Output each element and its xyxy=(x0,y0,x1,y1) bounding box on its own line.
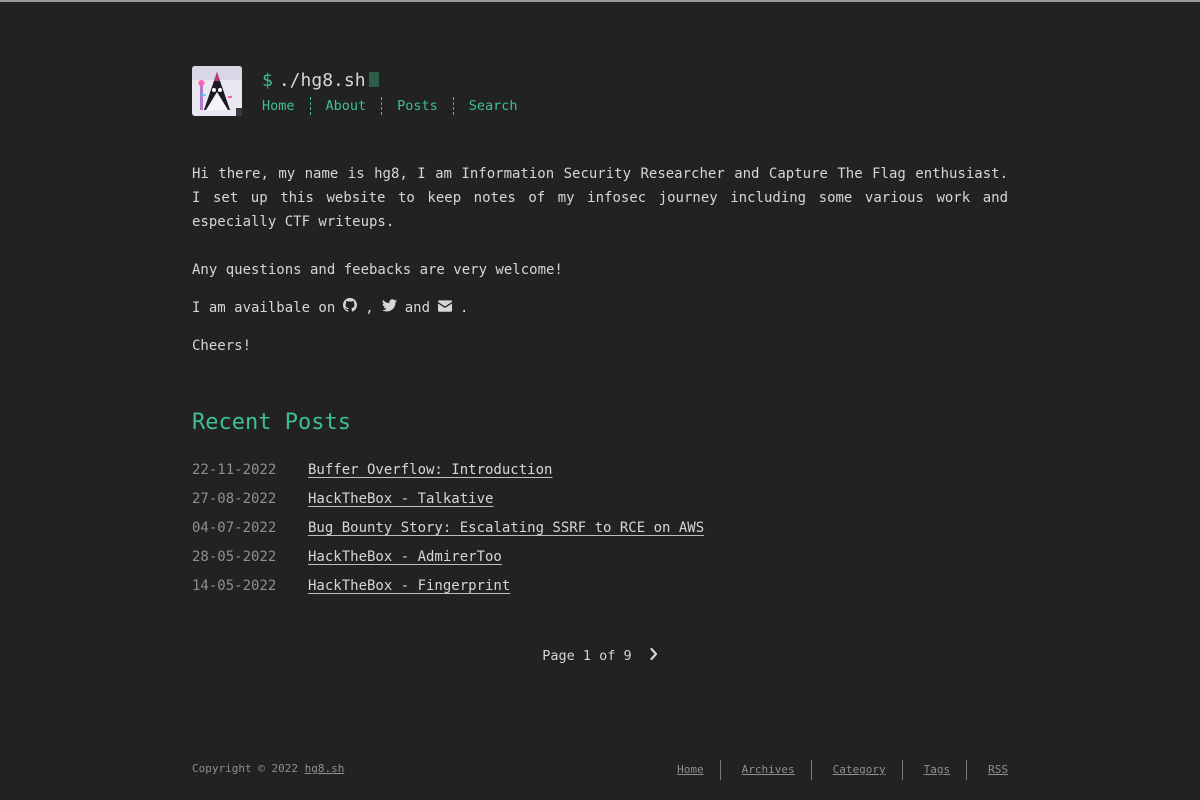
sign-off: Cheers! xyxy=(192,338,252,354)
post-date: 04-07-2022 xyxy=(192,520,277,536)
cursor-block xyxy=(368,72,379,87)
feedback-paragraph: Any questions and feebacks are very welc… xyxy=(192,262,563,278)
post-date: 28-05-2022 xyxy=(192,549,277,565)
avatar[interactable] xyxy=(192,66,242,116)
copyright-link[interactable]: hg8.sh xyxy=(305,762,345,775)
twitter-icon[interactable] xyxy=(381,296,397,320)
nav-about[interactable]: About xyxy=(311,97,383,115)
copyright: Copyright © 2022 hg8.sh xyxy=(192,762,344,775)
post-link[interactable]: HackTheBox - AdmirerToo xyxy=(308,545,502,574)
list-item: 14-05-2022 HackTheBox - Fingerprint xyxy=(192,574,1008,603)
copyright-text: Copyright © 2022 xyxy=(192,762,298,775)
post-date: 27-08-2022 xyxy=(192,491,277,507)
list-item: 28-05-2022 HackTheBox - AdmirerToo xyxy=(192,545,1008,574)
recent-posts-list: 22-11-2022 Buffer Overflow: Introduction… xyxy=(192,458,1008,603)
nav-posts[interactable]: Posts xyxy=(382,97,454,115)
nav-home[interactable]: Home xyxy=(262,97,311,115)
post-link[interactable]: Buffer Overflow: Introduction xyxy=(308,458,552,487)
site-name: ./hg8.sh xyxy=(278,70,366,91)
contact-prefix: I am availbale on xyxy=(192,300,336,316)
recent-posts-title: Recent Posts xyxy=(192,410,351,435)
site-title[interactable]: $ ./hg8.sh xyxy=(262,70,379,92)
contact-paragraph: I am availbale on , and . xyxy=(192,296,468,320)
list-item: 22-11-2022 Buffer Overflow: Introduction xyxy=(192,458,1008,487)
prompt-symbol: $ xyxy=(262,70,273,91)
footer-nav: Home Archives Category Tags RSS xyxy=(677,760,1008,780)
post-date: 14-05-2022 xyxy=(192,578,277,594)
list-item: 04-07-2022 Bug Bounty Story: Escalating … xyxy=(192,516,1008,545)
chevron-right-icon[interactable] xyxy=(650,646,658,666)
site-footer: Copyright © 2022 hg8.sh Home Archives Ca… xyxy=(192,760,1008,782)
and-text: and xyxy=(404,300,431,316)
footer-home-link[interactable]: Home xyxy=(677,760,720,780)
intro-section: Hi there, my name is hg8, I am Informati… xyxy=(192,162,1008,354)
post-link[interactable]: HackTheBox - Talkative xyxy=(308,487,493,516)
pagination: Page 1 of 9 xyxy=(192,646,1008,666)
page-indicator: Page 1 of 9 xyxy=(542,648,632,664)
main-nav: Home About Posts Search xyxy=(262,97,533,115)
intro-paragraph: Hi there, my name is hg8, I am Informati… xyxy=(192,166,1008,230)
footer-category-link[interactable]: Category xyxy=(810,760,902,780)
post-link[interactable]: HackTheBox - Fingerprint xyxy=(308,574,510,603)
post-date: 22-11-2022 xyxy=(192,462,277,478)
post-link[interactable]: Bug Bounty Story: Escalating SSRF to RCE… xyxy=(308,516,704,545)
list-item: 27-08-2022 HackTheBox - Talkative xyxy=(192,487,1008,516)
site-header: $ ./hg8.sh Home About Posts Search xyxy=(192,66,1008,118)
footer-archives-link[interactable]: Archives xyxy=(719,760,811,780)
nav-search[interactable]: Search xyxy=(454,97,533,115)
github-icon[interactable] xyxy=(343,296,358,320)
top-border xyxy=(0,0,1200,2)
period-text: . xyxy=(460,300,469,316)
footer-tags-link[interactable]: Tags xyxy=(901,760,967,780)
comma-text: , xyxy=(365,300,374,316)
footer-rss-link[interactable]: RSS xyxy=(966,760,1008,780)
envelope-icon[interactable] xyxy=(438,296,453,320)
